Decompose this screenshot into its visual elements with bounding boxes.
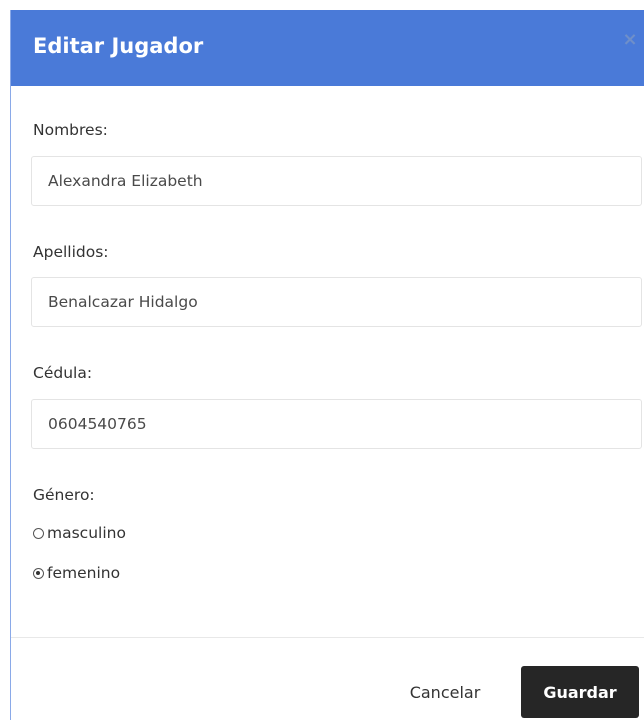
save-button[interactable]: Guardar [521, 666, 639, 718]
nombres-label: Nombres: [33, 121, 108, 139]
modal-title: Editar Jugador [33, 34, 204, 58]
footer-divider [11, 637, 644, 638]
cedula-input[interactable] [31, 399, 642, 449]
genero-label: Género: [33, 486, 95, 504]
cancel-button[interactable]: Cancelar [389, 666, 501, 718]
edit-player-modal: Editar Jugador × Nombres: Apellidos: Céd… [10, 10, 644, 720]
radio-femenino[interactable] [33, 567, 44, 579]
radio-masculino[interactable] [33, 527, 44, 539]
radio-option-masculino[interactable]: masculino [33, 522, 126, 544]
apellidos-label: Apellidos: [33, 243, 109, 261]
modal-header: Editar Jugador × [11, 10, 644, 86]
apellidos-input[interactable] [31, 277, 642, 327]
radio-option-femenino[interactable]: femenino [33, 562, 120, 584]
radio-label-femenino: femenino [47, 564, 121, 582]
radio-label-masculino: masculino [47, 524, 126, 542]
cedula-label: Cédula: [33, 364, 93, 382]
nombres-input[interactable] [31, 156, 642, 206]
close-icon[interactable]: × [619, 28, 641, 52]
